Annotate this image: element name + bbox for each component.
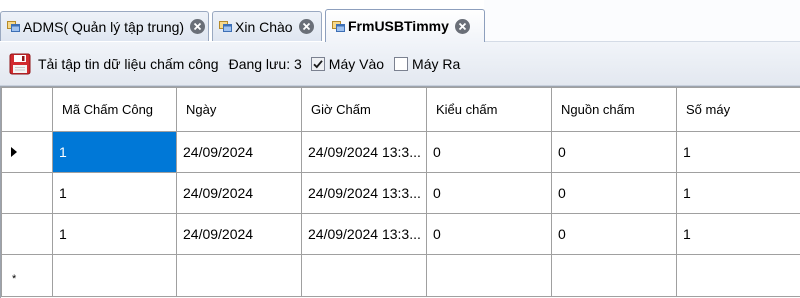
form-window-icon xyxy=(7,20,20,33)
close-icon[interactable] xyxy=(298,19,314,34)
table-cell[interactable]: 24/09/2024 xyxy=(176,213,302,255)
grid-header-row: Mã Chấm Công Ngày Giờ Chấm Kiểu chấm Ngu… xyxy=(1,87,800,132)
table-cell[interactable] xyxy=(301,254,427,297)
tab-frmusbtimmy[interactable]: FrmUSBTimmy xyxy=(325,9,485,42)
column-header-so-may[interactable]: Số máy xyxy=(676,87,800,132)
table-cell[interactable] xyxy=(52,254,177,297)
load-attendance-file-button[interactable]: Tải tập tin dữ liệu chấm công xyxy=(9,49,219,79)
checkbox-may-vao[interactable]: Máy Vào xyxy=(310,55,385,72)
saving-count-label: Đang lưu: 3 xyxy=(228,55,302,72)
row-header[interactable]: * xyxy=(1,254,53,297)
tab-adms[interactable]: ADMS( Quản lý tập trung) xyxy=(0,11,209,41)
table-cell[interactable]: 1 xyxy=(52,213,177,255)
checkbox-label: Máy Ra xyxy=(412,55,461,72)
table-cell[interactable]: 1 xyxy=(52,131,177,173)
table-cell[interactable] xyxy=(676,254,800,297)
table-row[interactable]: 1 24/09/2024 24/09/2024 13:3... 0 0 1 xyxy=(1,172,800,214)
table-cell[interactable]: 1 xyxy=(52,172,177,214)
table-cell[interactable] xyxy=(426,254,552,297)
table-cell[interactable]: 24/09/2024 13:3... xyxy=(301,131,427,173)
tab-label: FrmUSBTimmy xyxy=(348,18,449,34)
row-header[interactable] xyxy=(1,213,53,255)
table-cell[interactable]: 0 xyxy=(426,131,552,173)
table-cell[interactable]: 0 xyxy=(551,172,677,214)
tab-xin-chao[interactable]: Xin Chào xyxy=(212,11,322,41)
table-cell[interactable]: 1 xyxy=(676,172,800,214)
table-cell[interactable]: 1 xyxy=(676,131,800,173)
column-header-gio-cham[interactable]: Giờ Chấm xyxy=(301,87,427,132)
column-header-ma-cham-cong[interactable]: Mã Chấm Công xyxy=(52,87,177,132)
column-header-nguon-cham[interactable]: Nguồn chấm xyxy=(551,87,677,132)
close-icon[interactable] xyxy=(454,18,470,34)
column-header-kieu-cham[interactable]: Kiểu chấm xyxy=(426,87,552,132)
document-tab-strip: ADMS( Quản lý tập trung) Xin Chào FrmUSB… xyxy=(0,0,800,42)
table-row[interactable]: 1 24/09/2024 24/09/2024 13:3... 0 0 1 xyxy=(1,213,800,255)
table-cell[interactable]: 1 xyxy=(676,213,800,255)
floppy-disk-icon xyxy=(9,53,31,75)
attendance-data-grid[interactable]: Mã Chấm Công Ngày Giờ Chấm Kiểu chấm Ngu… xyxy=(0,86,800,298)
row-header[interactable] xyxy=(1,131,53,173)
table-cell[interactable]: 24/09/2024 13:3... xyxy=(301,213,427,255)
form-window-icon xyxy=(332,20,345,33)
checkbox-unchecked-icon[interactable] xyxy=(394,56,409,71)
table-cell[interactable]: 24/09/2024 xyxy=(176,131,302,173)
form-window-icon xyxy=(219,20,232,33)
checkbox-checked-icon[interactable] xyxy=(310,56,325,71)
grid-corner-cell[interactable] xyxy=(1,87,53,132)
checkbox-label: Máy Vào xyxy=(328,55,385,72)
tab-label: Xin Chào xyxy=(235,18,293,35)
checkbox-may-ra[interactable]: Máy Ra xyxy=(394,56,460,72)
table-cell[interactable] xyxy=(551,254,677,297)
row-header[interactable] xyxy=(1,172,53,214)
table-cell[interactable]: 24/09/2024 13:3... xyxy=(301,172,427,214)
table-cell[interactable] xyxy=(176,254,302,297)
table-cell[interactable]: 0 xyxy=(426,213,552,255)
table-cell[interactable]: 0 xyxy=(551,131,677,173)
table-row[interactable]: 1 24/09/2024 24/09/2024 13:3... 0 0 1 xyxy=(1,131,800,173)
toolbar: Tải tập tin dữ liệu chấm công Đang lưu: … xyxy=(0,42,800,86)
tab-strip-empty-area xyxy=(484,0,800,42)
tab-label: ADMS( Quản lý tập trung) xyxy=(23,18,185,35)
row-pointer-icon xyxy=(11,147,17,157)
table-cell[interactable]: 0 xyxy=(551,213,677,255)
table-cell[interactable]: 24/09/2024 xyxy=(176,172,302,214)
new-row-marker: * xyxy=(12,272,17,285)
close-icon[interactable] xyxy=(190,19,206,34)
new-row[interactable]: * xyxy=(1,254,800,297)
load-button-label: Tải tập tin dữ liệu chấm công xyxy=(38,55,219,72)
table-cell[interactable]: 0 xyxy=(426,172,552,214)
column-header-ngay[interactable]: Ngày xyxy=(176,87,302,132)
